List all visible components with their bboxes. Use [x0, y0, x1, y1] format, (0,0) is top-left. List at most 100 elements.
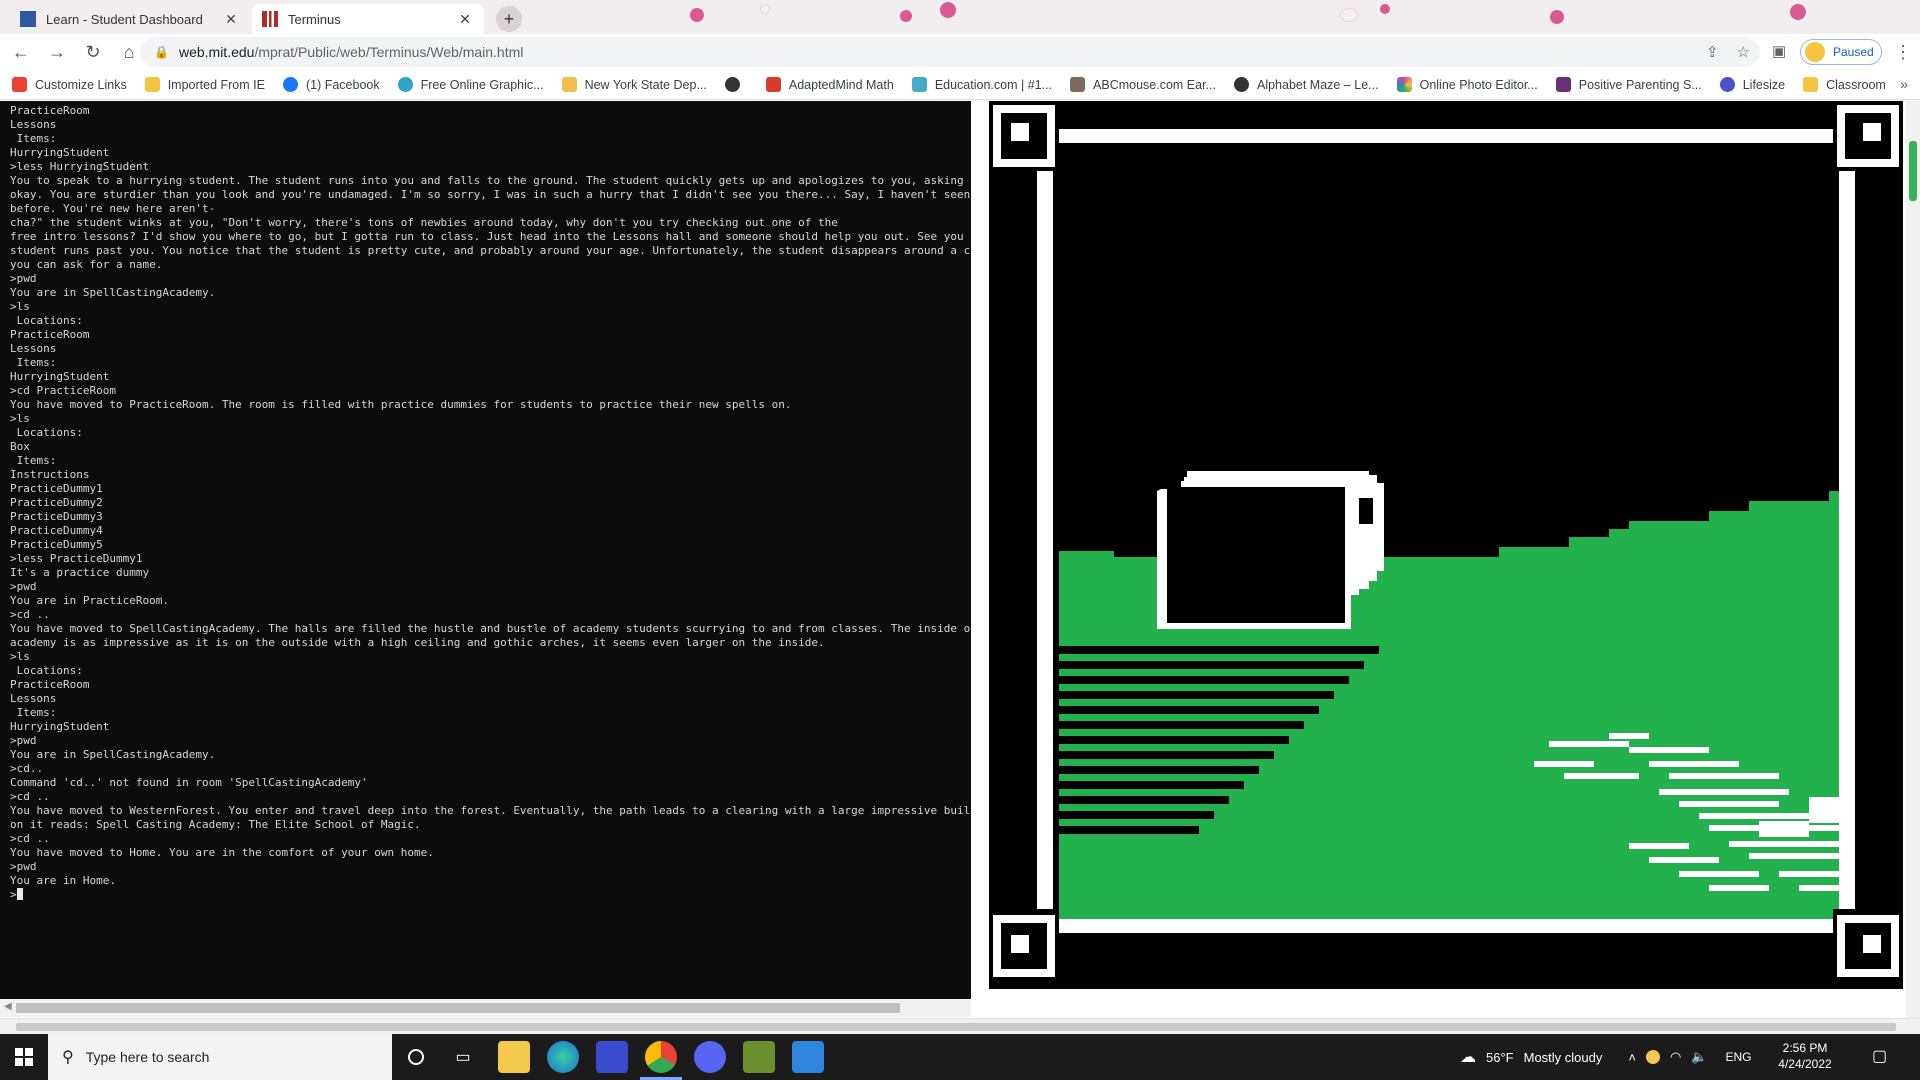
tab-title: Learn - Student Dashboard — [46, 11, 203, 27]
terminal-line: PracticeRoom — [10, 104, 90, 117]
bookmark-item[interactable]: AdaptedMind Math — [765, 77, 894, 92]
terminal-line: PracticeDummy1 — [10, 482, 103, 495]
start-button[interactable] — [0, 1034, 48, 1080]
system-tray: ☁ 56°F Mostly cloudy ˄ ◠ 🔈 ENG — [1460, 1034, 1752, 1080]
scroll-thumb[interactable] — [16, 1023, 1896, 1031]
forward-arrow-icon[interactable]: → — [42, 37, 72, 67]
dashboard-favicon-icon — [20, 11, 36, 27]
chrome-icon[interactable] — [645, 1041, 677, 1073]
app-icon[interactable] — [743, 1041, 775, 1073]
search-placeholder: Type here to search — [85, 1049, 210, 1065]
bookmark-item[interactable]: Customize Links — [12, 77, 127, 92]
terminal-line: HurryingStudent — [10, 146, 110, 159]
terminal-line: >cd .. — [10, 832, 50, 845]
wifi-icon[interactable]: ◠ — [1670, 1049, 1681, 1065]
share-icon[interactable]: ⇪ — [1706, 43, 1719, 61]
new-tab-button[interactable]: + — [496, 6, 522, 32]
scroll-thumb[interactable] — [1909, 141, 1917, 201]
bookmark-item[interactable]: Free Online Graphic... — [397, 77, 544, 92]
discord-icon[interactable] — [694, 1041, 726, 1073]
bookmark-item[interactable]: Online Photo Editor... — [1396, 77, 1538, 92]
cortana-icon[interactable] — [400, 1041, 432, 1073]
terminal-horizontal-scrollbar[interactable]: ◀ — [0, 999, 971, 1017]
bookmark-item[interactable]: Classroom — [1803, 77, 1886, 92]
side-panel-icon[interactable]: ▣ — [1772, 42, 1786, 60]
address-bar[interactable]: 🔒 web.mit.edu/mprat/Public/web/Terminus/… — [140, 37, 1760, 67]
bookmark-label: AdaptedMind Math — [788, 77, 894, 92]
bookmark-label: Online Photo Editor... — [1419, 77, 1538, 92]
globe-icon — [1233, 77, 1249, 92]
blossom-decoration — [900, 10, 912, 22]
volume-icon[interactable]: 🔈 — [1691, 1049, 1707, 1065]
terminal-line: >less PracticeDummy1 — [10, 552, 143, 565]
bookmark-item[interactable] — [724, 77, 748, 92]
reload-icon[interactable]: ↻ — [78, 37, 108, 67]
tab-terminus[interactable]: Terminus ✕ — [252, 4, 484, 34]
terminal-output[interactable]: PracticeRoom Lessons Items: HurryingStuden… — [0, 101, 971, 999]
bookmark-item[interactable]: New York State Dep... — [561, 77, 707, 92]
bookmark-label: Education.com | #1... — [934, 77, 1053, 92]
lock-icon: 🔒 — [154, 45, 169, 59]
back-arrow-icon[interactable]: ← — [6, 37, 36, 67]
bookmark-item[interactable]: Lifesize — [1719, 77, 1786, 92]
task-view-icon[interactable]: ▭ — [447, 1041, 479, 1073]
bookmark-item[interactable]: Positive Parenting S... — [1555, 77, 1702, 92]
terminal-line: Items: — [10, 356, 57, 369]
notification-icon[interactable]: ▢ — [1872, 1046, 1887, 1066]
terminus-favicon-icon — [262, 11, 278, 27]
terminal-line: You are in SpellCastingAcademy. — [10, 286, 216, 299]
clock[interactable]: 2:56 PM 4/24/2022 — [1770, 1040, 1840, 1072]
terminal-prompt-line[interactable]: > — [10, 888, 971, 902]
bookmark-label: Lifesize — [1742, 77, 1786, 92]
cloud-icon: ☁ — [1460, 1049, 1476, 1066]
chevron-more-icon[interactable]: » — [1900, 76, 1908, 92]
abcmouse-icon — [1070, 77, 1086, 92]
close-icon[interactable]: ✕ — [456, 11, 474, 28]
bookmark-item[interactable]: (1) Facebook — [282, 77, 380, 92]
bookmark-item[interactable]: ABCmouse.com Ear... — [1070, 77, 1216, 92]
bookmark-label: Classroom — [1826, 77, 1886, 92]
bookmark-item[interactable]: Education.com | #1... — [911, 77, 1053, 92]
scroll-left-icon[interactable]: ◀ — [4, 1001, 12, 1012]
terminal-prompt: > — [10, 888, 17, 901]
teams-icon[interactable] — [596, 1041, 628, 1073]
profile-button[interactable]: Paused — [1800, 39, 1882, 65]
terminal-line: Lessons — [10, 692, 57, 705]
bookmark-item[interactable]: Alphabet Maze – Le... — [1233, 77, 1379, 92]
file-explorer-icon[interactable] — [498, 1041, 530, 1073]
tab-student-dashboard[interactable]: Learn - Student Dashboard ✕ — [10, 4, 250, 34]
adaptedmind-icon — [765, 77, 781, 92]
box — [1157, 471, 1384, 629]
tab-strip: Learn - Student Dashboard ✕ Terminus ✕ + — [0, 0, 1920, 34]
folder-icon — [144, 77, 160, 92]
norton-icon[interactable] — [1645, 1050, 1660, 1064]
terminal-line: Instructions — [10, 468, 90, 481]
chevron-up-icon[interactable]: ˄ — [1628, 1050, 1636, 1065]
bookmark-star-icon[interactable]: ☆ — [1737, 43, 1750, 61]
bookmark-item[interactable]: Imported From IE — [144, 77, 265, 92]
terminal-line: Items: — [10, 132, 57, 145]
browser-toolbar: ← → ↻ ⌂ 🔒 web.mit.edu/mprat/Public/web/T… — [0, 34, 1920, 70]
terminal-line: okay. You are sturdier than you look and… — [10, 188, 971, 201]
bookmark-label: ABCmouse.com Ear... — [1093, 77, 1216, 92]
weather-text[interactable]: Mostly cloudy — [1524, 1050, 1603, 1065]
page-horizontal-scrollbar[interactable] — [0, 1018, 1920, 1034]
terminal-line: Command 'cd..' not found in room 'SpellC… — [10, 776, 368, 789]
weather-temp[interactable]: 56°F — [1486, 1050, 1514, 1065]
nys-icon — [561, 77, 577, 92]
terminal-line: >cd .. — [10, 790, 50, 803]
avatar — [1805, 42, 1825, 62]
edge-icon[interactable] — [547, 1041, 579, 1073]
page-vertical-scrollbar[interactable] — [1906, 101, 1920, 1018]
taskbar-search-input[interactable]: ⚲ Type here to search — [48, 1034, 392, 1080]
menu-kebab-icon[interactable]: ⋮ — [1890, 38, 1916, 66]
language-indicator[interactable]: ENG — [1725, 1050, 1751, 1064]
terminal-line: HurryingStudent — [10, 370, 110, 383]
terminal-line: >cd .. — [10, 608, 50, 621]
search-icon: ⚲ — [62, 1049, 74, 1066]
scroll-thumb[interactable] — [16, 1003, 900, 1013]
app-icon[interactable] — [792, 1041, 824, 1073]
bookmark-label: Free Online Graphic... — [420, 77, 544, 92]
terminal-line: >pwd — [10, 860, 37, 873]
close-icon[interactable]: ✕ — [222, 11, 240, 28]
